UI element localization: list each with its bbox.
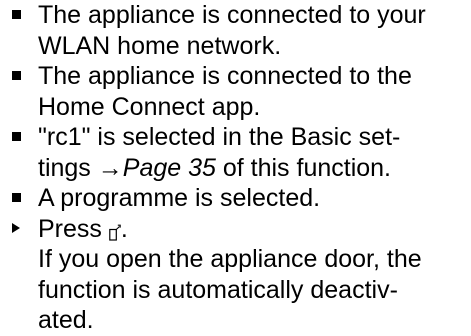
arrow-right-icon: →: [97, 153, 123, 182]
requirements-list: The appliance is connected to your WLAN …: [0, 0, 471, 214]
document-page: The appliance is connected to your WLAN …: [0, 0, 471, 336]
bullet-square-icon: [4, 61, 28, 92]
list-item: "rc1" is selected in the Basic set-: [0, 122, 471, 153]
bullet-square-icon: [4, 122, 28, 153]
action-step: Press . If you open the appliance door, …: [0, 214, 471, 336]
action-result-line: ated.: [38, 306, 94, 334]
list-item-text: The appliance is connected to the: [38, 62, 412, 90]
remote-start-icon: [109, 218, 121, 241]
bullet-square-icon: [4, 183, 28, 214]
action-result-line: If you open the appliance door, the: [38, 245, 422, 273]
list-item-text: "rc1" is selected in the Basic set-: [38, 123, 401, 151]
bullet-square-icon: [4, 0, 28, 31]
action-triangle-icon: [4, 214, 28, 245]
page-reference-link[interactable]: Page 35: [123, 154, 216, 182]
list-item: A programme is selected.: [0, 183, 471, 214]
action-result-line: function is automatically deactiv-: [38, 275, 398, 304]
list-item: The appliance is connected to the: [0, 61, 471, 92]
list-item-continuation: WLAN home network.: [38, 31, 282, 60]
list-item-continuation: Home Connect app.: [38, 92, 261, 121]
list-item-text: The appliance is connected to your: [38, 1, 426, 29]
list-item-text: A programme is selected.: [38, 184, 321, 212]
action-item: Press .: [0, 214, 471, 245]
list-item: The appliance is connected to your: [0, 0, 471, 31]
list-item-continuation: tings →Page 35 of this function.: [38, 153, 392, 182]
